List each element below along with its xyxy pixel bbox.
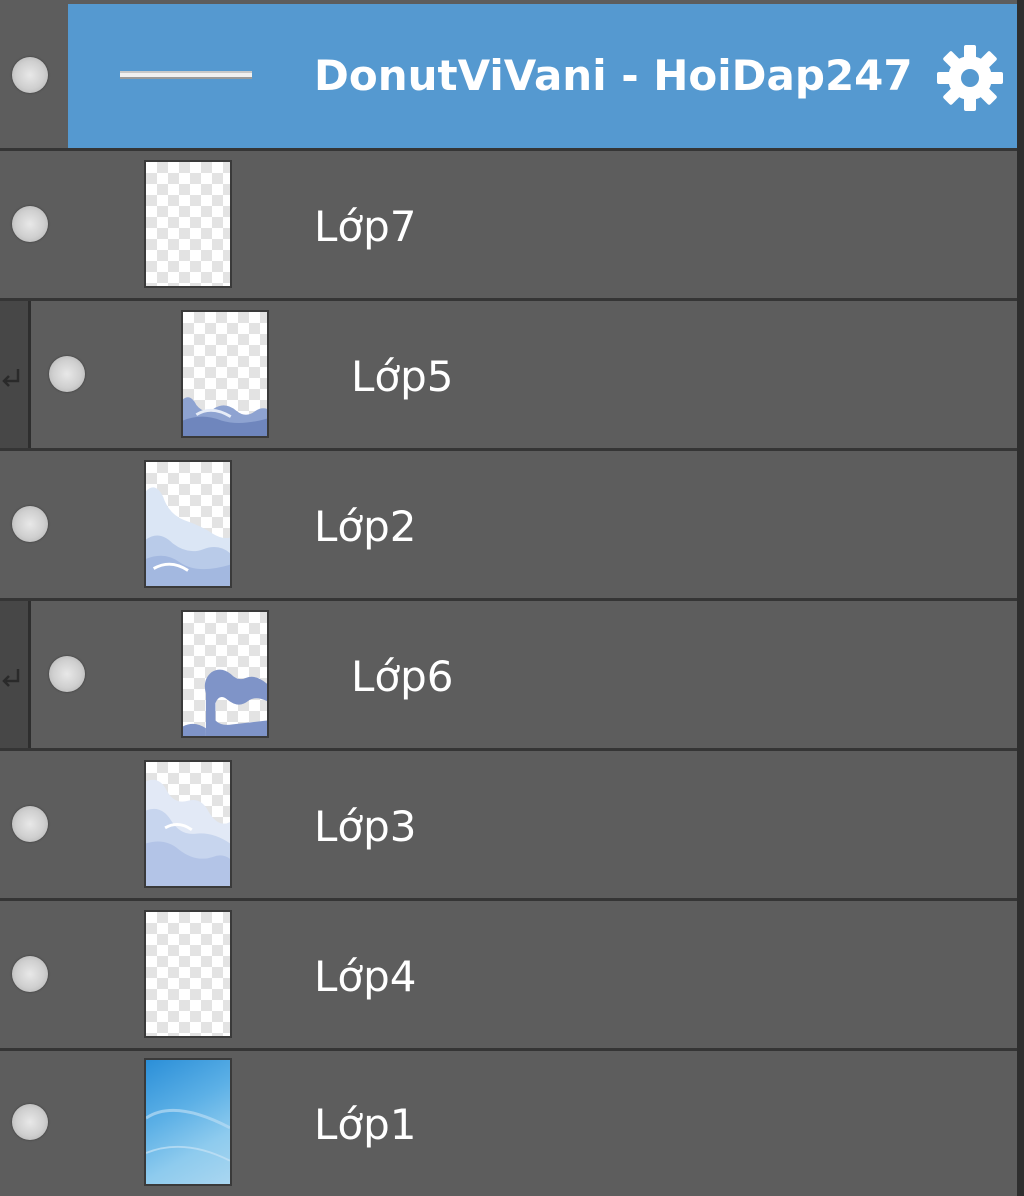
- layer-name: Lớp3: [314, 802, 417, 851]
- layer-name: Lớp1: [314, 1100, 417, 1149]
- visibility-toggle[interactable]: [12, 206, 48, 242]
- layer-name: Lớp2: [314, 502, 417, 551]
- layer-thumbnail: [144, 460, 232, 588]
- group-name: DonutViVani - HoiDap247: [314, 51, 913, 100]
- clip-arrow-icon: [2, 669, 20, 687]
- visibility-toggle[interactable]: [49, 356, 85, 392]
- layer-thumbnail: [144, 1058, 232, 1186]
- visibility-toggle[interactable]: [12, 57, 48, 93]
- layer-row[interactable]: Lớp7: [0, 151, 1017, 301]
- clip-arrow-icon: [2, 369, 20, 387]
- layer-row[interactable]: Lớp5: [0, 301, 1017, 451]
- layer-group-row[interactable]: DonutViVani - HoiDap247: [0, 0, 1017, 151]
- group-folder-icon: [120, 71, 252, 79]
- visibility-toggle[interactable]: [49, 656, 85, 692]
- layer-row[interactable]: Lớp2: [0, 451, 1017, 601]
- layer-name: Lớp7: [314, 202, 417, 251]
- layer-row[interactable]: Lớp4: [0, 901, 1017, 1051]
- layer-thumbnail: [144, 160, 232, 288]
- layer-thumbnail: [181, 610, 269, 738]
- clipping-indicator: [0, 301, 31, 448]
- layer-row[interactable]: Lớp1: [0, 1051, 1017, 1196]
- layer-name: Lớp6: [351, 652, 454, 701]
- visibility-toggle[interactable]: [12, 956, 48, 992]
- visibility-toggle[interactable]: [12, 806, 48, 842]
- clipping-indicator: [0, 601, 31, 748]
- layer-row[interactable]: Lớp3: [0, 751, 1017, 901]
- visibility-toggle[interactable]: [12, 506, 48, 542]
- layer-thumbnail: [181, 310, 269, 438]
- visibility-toggle[interactable]: [12, 1104, 48, 1140]
- layer-row[interactable]: Lớp6: [0, 601, 1017, 751]
- layer-thumbnail: [144, 910, 232, 1038]
- layer-name: Lớp5: [351, 352, 454, 401]
- layer-thumbnail: [144, 760, 232, 888]
- layer-name: Lớp4: [314, 952, 417, 1001]
- gear-icon[interactable]: [936, 44, 1004, 112]
- layers-panel: DonutViVani - HoiDap247 Lớp7 Lớp5 Lớp2 L…: [0, 0, 1024, 1196]
